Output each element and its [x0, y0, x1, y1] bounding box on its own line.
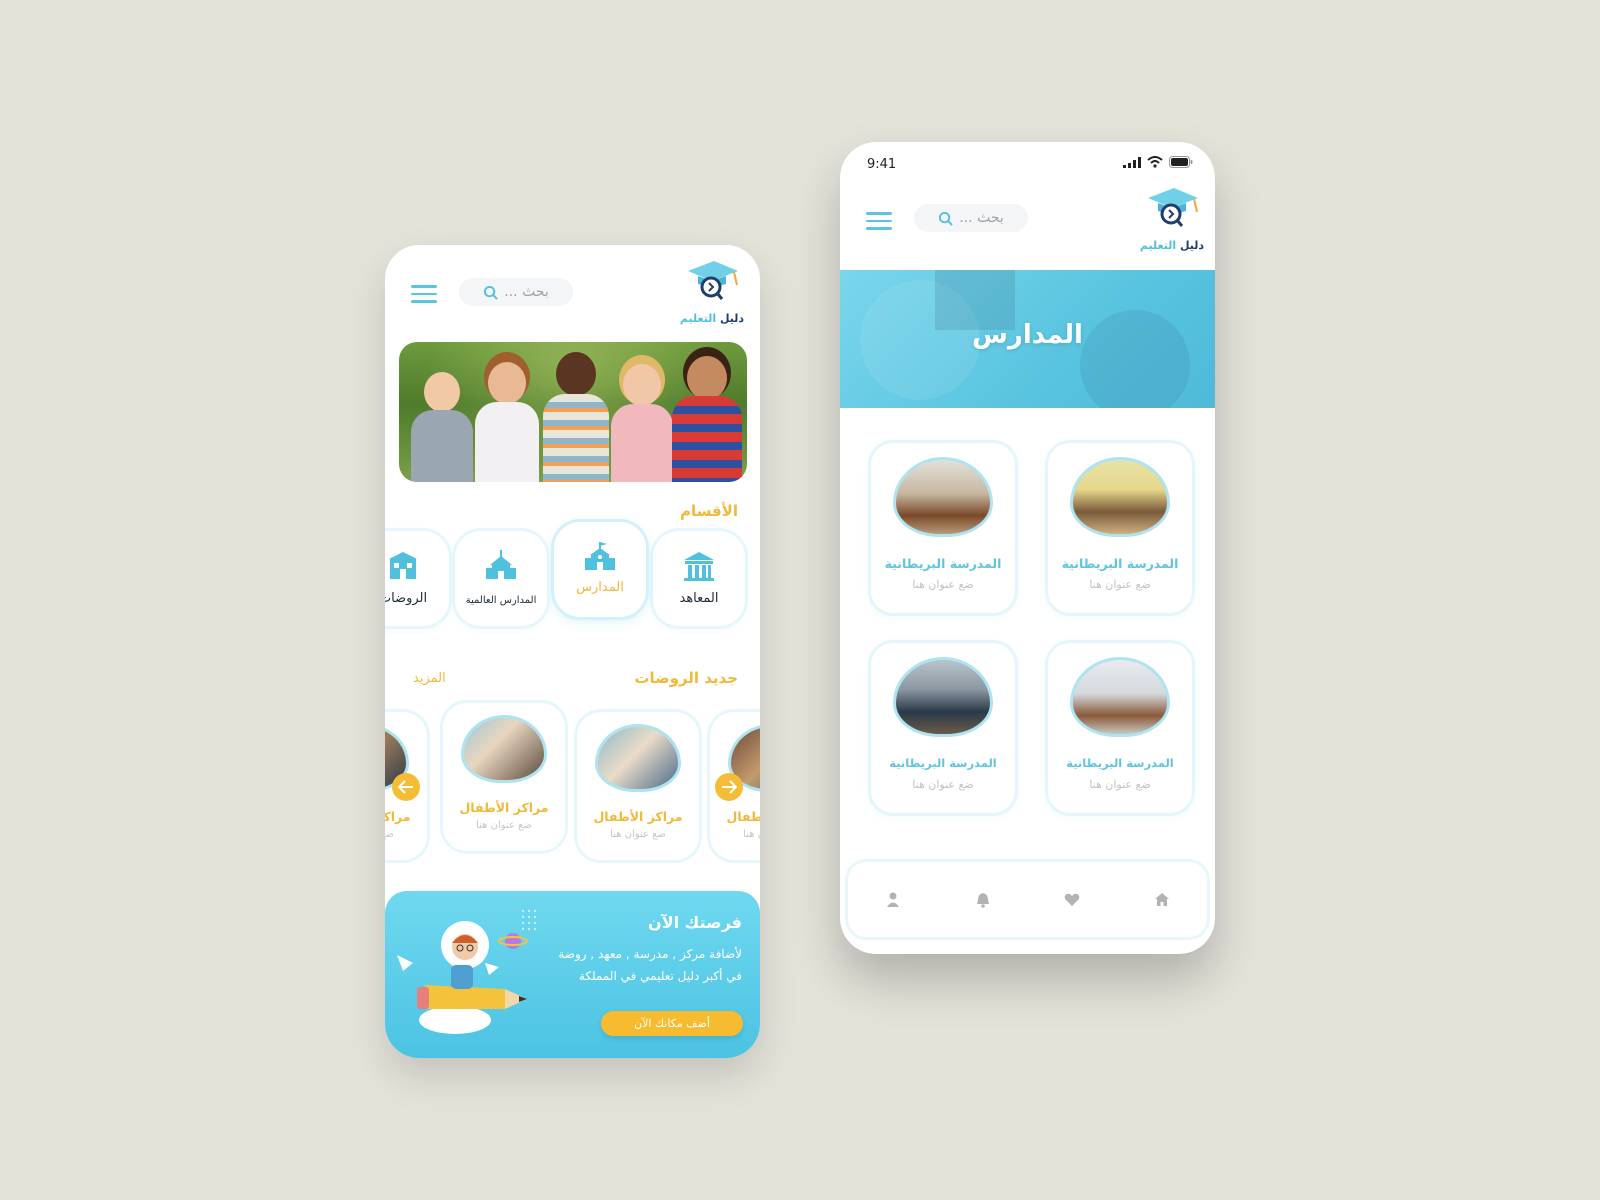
bell-icon — [976, 892, 989, 908]
search-placeholder: بحث ... — [504, 284, 549, 300]
kindergarten-icon — [389, 552, 417, 579]
school-card[interactable]: المدرسة البريطانية ضع عنوان هنا — [871, 643, 1015, 813]
card-subtitle: ضع عنوان هنا — [912, 778, 974, 791]
card-photo — [893, 657, 993, 737]
card-photo — [1070, 657, 1170, 737]
school-card[interactable]: المدرسة البريطانية ضع عنوان هنا — [871, 443, 1015, 613]
status-bar: 9:41 — [840, 142, 1215, 188]
menu-icon — [411, 285, 437, 288]
kindergartens-title: جديد الروضات — [634, 669, 738, 687]
search-icon — [939, 211, 953, 226]
card-title: مراكز الأطفال — [385, 809, 411, 824]
signal-icon — [1123, 156, 1141, 168]
tab-notifications[interactable] — [963, 880, 1003, 920]
hero-banner — [399, 342, 747, 482]
logo-text-accent: التعليم — [679, 312, 717, 325]
card-subtitle: ضع عنوان هنا — [1089, 578, 1151, 591]
promo-line-2: في أكبر دليل تعليمي في المملكة — [578, 969, 742, 983]
graduation-cap-icon — [688, 261, 738, 300]
status-time: 9:41 — [867, 157, 897, 172]
app-logo: دليل التعليم — [677, 259, 747, 325]
graduation-cap-icon — [1148, 188, 1198, 227]
wifi-icon — [1147, 156, 1163, 168]
search-input[interactable]: بحث ... — [459, 278, 573, 306]
category-schools[interactable]: المدارس — [554, 522, 646, 617]
search-placeholder: بحث ... — [959, 210, 1004, 226]
category-label: الروضات — [385, 591, 428, 606]
logo-text-main: دليل — [719, 312, 745, 325]
menu-button[interactable] — [411, 285, 437, 305]
card-subtitle: ضع عنوان هنا — [743, 829, 760, 840]
card-photo — [461, 715, 547, 783]
arrow-right-icon — [722, 780, 737, 794]
card-title: مراكز الأطفال — [593, 809, 683, 824]
banner-title: المدارس — [972, 320, 1083, 350]
search-icon — [484, 285, 498, 300]
profile-icon — [886, 892, 899, 907]
tab-home[interactable] — [1142, 880, 1182, 920]
category-international-schools[interactable]: المدارس العالمية — [455, 531, 547, 626]
category-label: المعاهد — [679, 591, 719, 606]
tab-profile[interactable] — [873, 880, 913, 920]
kindergarten-card[interactable]: مراكز الأطفال ضع عنوان هنا — [443, 703, 565, 851]
menu-icon — [866, 212, 892, 215]
boy-on-pencil-illustration — [397, 909, 537, 1034]
card-title: مراكز الأطفال — [459, 800, 549, 815]
schools-screen: 9:41 بحث ... دليل التعليم المدارس المدرس… — [840, 142, 1215, 954]
card-subtitle: ضع عنوان هنا — [912, 578, 974, 591]
heart-icon — [1065, 893, 1080, 906]
home-screen: بحث ... دليل التعليم الأقسام المعاهد الم… — [385, 245, 760, 1058]
category-label: المدارس العالمية — [465, 595, 537, 606]
promo-line-1: لأضافة مركز , مدرسة , معهد , روضة — [558, 947, 742, 961]
card-photo — [1070, 457, 1170, 537]
home-icon — [1155, 893, 1170, 906]
tab-favorites[interactable] — [1052, 880, 1092, 920]
promo-banner: فرصتك الآن لأضافة مركز , مدرسة , معهد , … — [385, 891, 760, 1058]
prev-button[interactable] — [392, 773, 420, 801]
card-subtitle: ضع عنوان هنا — [476, 820, 532, 831]
logo-text-main: دليل — [1179, 239, 1205, 252]
school-card[interactable]: المدرسة البريطانية ضع عنوان هنا — [1048, 643, 1192, 813]
card-subtitle: ضع عنوان هنا — [1089, 778, 1151, 791]
arrow-left-icon — [398, 780, 413, 794]
battery-icon — [1169, 156, 1193, 168]
card-subtitle: ضع عنوان هنا — [610, 829, 666, 840]
card-title: المدرسة البريطانية — [1061, 556, 1179, 571]
card-title: المدرسة البريطانية — [1066, 756, 1174, 770]
school-icon — [585, 542, 615, 570]
next-button[interactable] — [715, 773, 743, 801]
schools-banner: المدارس — [840, 270, 1215, 408]
international-school-icon — [486, 550, 516, 579]
category-kindergartens[interactable]: الروضات — [385, 531, 449, 626]
card-subtitle: ضع عنوان هنا — [385, 829, 394, 840]
search-input[interactable]: بحث ... — [914, 204, 1028, 232]
promo-title: فرصتك الآن — [648, 913, 742, 932]
kindergarten-card[interactable]: مراكز الأطفال ضع عنوان هنا — [577, 712, 699, 860]
card-title: المدرسة البريطانية — [884, 556, 1002, 571]
app-logo: دليل التعليم — [1137, 186, 1207, 252]
institute-icon — [684, 552, 714, 581]
school-card[interactable]: المدرسة البريطانية ضع عنوان هنا — [1048, 443, 1192, 613]
category-institutes[interactable]: المعاهد — [653, 531, 745, 626]
logo-text-accent: التعليم — [1139, 239, 1177, 252]
more-link[interactable]: المزيد — [413, 671, 446, 686]
bottom-tab-bar — [848, 862, 1207, 937]
categories-title: الأقسام — [679, 502, 738, 520]
menu-button[interactable] — [866, 212, 892, 232]
category-label: المدارس — [576, 580, 624, 595]
add-place-button[interactable]: أضف مكانك الآن — [601, 1011, 743, 1036]
card-photo — [893, 457, 993, 537]
card-title: مراكز الأطفال — [726, 809, 760, 824]
card-title: المدرسة البريطانية — [889, 756, 997, 770]
card-photo — [595, 724, 681, 792]
